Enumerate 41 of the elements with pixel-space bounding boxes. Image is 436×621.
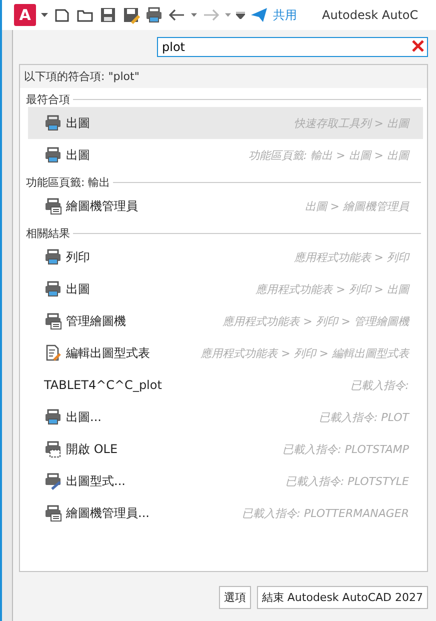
result-item[interactable]: 出圖 應用程式功能表 > 列印 > 出圖	[28, 273, 423, 305]
plotter-icon	[44, 197, 62, 215]
result-item[interactable]: 管理繪圖機 應用程式功能表 > 列印 > 管理繪圖機	[28, 305, 423, 337]
save-as-icon[interactable]	[122, 6, 140, 24]
search-field[interactable]: plot	[157, 37, 428, 57]
section-title: 最符合項	[26, 92, 70, 107]
window-title: Autodesk AutoC	[322, 8, 418, 22]
send-icon[interactable]	[250, 6, 268, 24]
printer-icon	[44, 146, 62, 164]
save-icon[interactable]	[99, 6, 117, 24]
result-item[interactable]: 編輯出圖型式表 應用程式功能表 > 列印 > 編輯出圖型式表	[28, 337, 423, 369]
printer-icon	[44, 440, 62, 458]
printer-icon	[44, 248, 62, 266]
plotter-icon	[44, 312, 62, 330]
customize-caret-icon[interactable]	[236, 12, 245, 18]
results-header: 以下項的符合項: "plot"	[20, 65, 427, 88]
result-item[interactable]: 開啟 OLE 已載入指令: PLOTSTAMP	[28, 433, 423, 465]
result-item[interactable]: 出圖 快速存取工具列 > 出圖	[28, 107, 423, 139]
exit-button[interactable]: 結束 Autodesk AutoCAD 2027	[256, 586, 428, 609]
section-title: 相關結果	[26, 226, 70, 241]
printer-brush-icon	[44, 472, 62, 490]
plotter-icon	[44, 504, 62, 522]
printer-icon	[44, 408, 62, 426]
printer-icon	[44, 280, 62, 298]
section-title: 功能區頁籤: 輸出	[26, 175, 110, 190]
clear-icon[interactable]	[412, 40, 424, 52]
result-item[interactable]: 出圖型式... 已載入指令: PLOTSTYLE	[28, 465, 423, 497]
result-item[interactable]: 出圖... 已載入指令: PLOT	[28, 401, 423, 433]
result-item[interactable]: 繪圖機管理員 出圖 > 繪圖機管理員	[28, 190, 423, 222]
caret-icon[interactable]	[191, 13, 197, 17]
result-item[interactable]: TABLET4^C^C_plot 已載入指令:	[28, 369, 423, 401]
app-menu-button[interactable]: A	[14, 4, 36, 26]
result-item[interactable]: 列印 應用程式功能表 > 列印	[28, 241, 423, 273]
caret-icon[interactable]	[41, 13, 48, 17]
result-item[interactable]: 繪圖機管理員... 已載入指令: PLOTTERMANAGER	[28, 497, 423, 529]
print-icon[interactable]	[145, 6, 163, 24]
share-button[interactable]: 共用	[273, 6, 297, 24]
result-item[interactable]: 出圖 功能區頁籤: 輸出 > 出圖 > 出圖	[28, 139, 423, 171]
printer-icon	[44, 114, 62, 132]
edit-document-icon	[44, 344, 62, 362]
options-button[interactable]: 選項	[218, 586, 251, 609]
